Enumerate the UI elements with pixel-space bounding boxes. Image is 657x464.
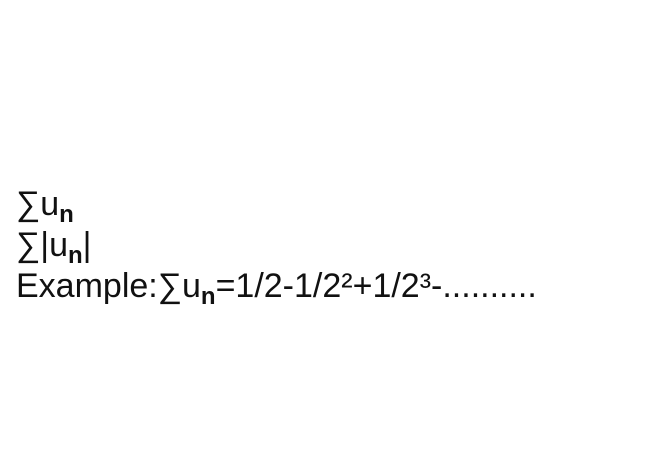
subscript-n: n: [200, 283, 216, 310]
absolute-series-line: ∑|un|: [16, 225, 537, 269]
term-u: u: [40, 185, 60, 223]
sigma-symbol: ∑: [16, 185, 41, 223]
math-notes: ∑un ∑|un| Example:∑un=1/2-1/2²+1/2³-....…: [16, 184, 537, 310]
term-u: u: [49, 226, 68, 264]
subscript-n: n: [59, 201, 74, 228]
abs-close: |: [82, 226, 92, 264]
example-prefix: Example:∑: [16, 267, 182, 305]
term-u: u: [181, 267, 201, 305]
subscript-n: n: [68, 242, 83, 269]
example-series: =1/2-1/2²+1/2³-..........: [215, 267, 537, 305]
example-line: Example:∑un=1/2-1/2²+1/2³-..........: [16, 266, 537, 310]
series-sum-line: ∑un: [16, 184, 537, 228]
sigma-abs-open: ∑|: [16, 226, 50, 264]
